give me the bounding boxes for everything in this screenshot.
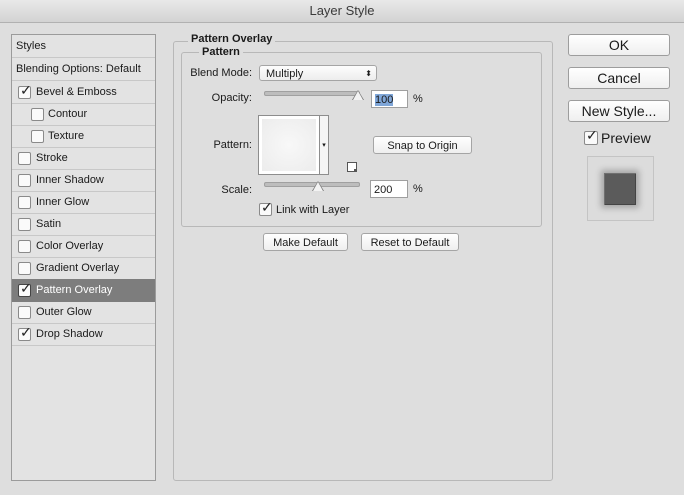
style-item-label: Inner Glow [36, 196, 90, 208]
style-item-satin[interactable]: Satin [12, 213, 155, 236]
preview-checkbox[interactable]: ✓ [584, 127, 598, 145]
style-item-inner-glow[interactable]: Inner Glow [12, 191, 155, 214]
style-item-color-overlay[interactable]: Color Overlay [12, 235, 155, 258]
blend-mode-label: Blend Mode: [190, 67, 252, 79]
stroke-checkbox[interactable] [18, 152, 31, 165]
scale-label: Scale: [221, 184, 252, 196]
style-item-label: Texture [48, 130, 85, 142]
scale-unit: % [413, 183, 423, 195]
link-with-layer-checkbox[interactable]: ✓ [259, 199, 273, 216]
style-preview [587, 156, 654, 221]
pattern-picker[interactable] [258, 115, 320, 175]
styles-header[interactable]: Styles [12, 35, 155, 58]
inner-shadow-checkbox[interactable] [18, 174, 31, 187]
preview-label: Preview [601, 130, 651, 146]
make-default-button[interactable]: Make Default [263, 233, 348, 251]
style-item-inner-shadow[interactable]: Inner Shadow [12, 169, 155, 192]
link-with-layer-label: Link with Layer [276, 204, 350, 216]
texture-checkbox[interactable] [31, 130, 44, 143]
blending-options-label: Blending Options: Default [16, 63, 141, 75]
check-icon: ✓ [20, 82, 32, 98]
new-style-button[interactable]: New Style... [568, 100, 670, 122]
panel-title: Pattern Overlay [188, 33, 276, 45]
cancel-button[interactable]: Cancel [568, 67, 670, 89]
style-item-label: Outer Glow [36, 306, 92, 318]
style-item-label: Stroke [36, 152, 68, 164]
style-item-outer-glow[interactable]: Outer Glow [12, 301, 155, 324]
pattern-group-title: Pattern [199, 46, 243, 58]
style-item-label: Inner Shadow [36, 174, 104, 186]
opacity-slider-track[interactable] [264, 91, 360, 96]
check-icon: ✓ [261, 199, 273, 215]
pattern-overlay-checkbox[interactable]: ✓ [18, 280, 32, 297]
styles-list: Styles Blending Options: Default ✓ Bevel… [11, 34, 156, 481]
style-item-label: Drop Shadow [36, 328, 103, 340]
style-item-pattern-overlay[interactable]: ✓ Pattern Overlay [12, 279, 155, 302]
style-item-label: Contour [48, 108, 88, 120]
blending-options-item[interactable]: Blending Options: Default [12, 58, 155, 81]
opacity-slider-thumb-fill [353, 91, 363, 100]
ok-button[interactable]: OK [568, 34, 670, 56]
style-item-stroke[interactable]: Stroke [12, 147, 155, 170]
style-item-drop-shadow[interactable]: ✓ Drop Shadow [12, 323, 155, 346]
new-preset-icon[interactable] [347, 162, 357, 172]
drop-shadow-checkbox[interactable]: ✓ [18, 324, 32, 341]
opacity-label: Opacity: [211, 92, 252, 104]
style-item-label: Bevel & Emboss [36, 86, 117, 98]
style-item-bevel-emboss[interactable]: ✓ Bevel & Emboss [12, 81, 155, 104]
select-arrows-icon: ⬍ [365, 69, 372, 78]
color-overlay-checkbox[interactable] [18, 240, 31, 253]
bevel-emboss-checkbox[interactable]: ✓ [18, 82, 32, 99]
styles-header-label: Styles [16, 40, 46, 52]
inner-glow-checkbox[interactable] [18, 196, 31, 209]
dropdown-arrow-icon: ▾ [322, 142, 326, 149]
style-item-label: Gradient Overlay [36, 262, 120, 274]
style-item-gradient-overlay[interactable]: Gradient Overlay [12, 257, 155, 280]
style-item-label: Satin [36, 218, 62, 230]
blend-mode-value: Multiply [266, 68, 304, 80]
blend-mode-select[interactable]: Multiply ⬍ [259, 65, 377, 81]
contour-checkbox[interactable] [31, 108, 44, 121]
snap-to-origin-button[interactable]: Snap to Origin [373, 136, 472, 154]
style-item-label: Color Overlay [36, 240, 104, 252]
check-icon: ✓ [20, 324, 32, 340]
pattern-dropdown[interactable]: ▾ [320, 115, 329, 175]
scale-slider-thumb-fill [313, 182, 323, 191]
gradient-overlay-checkbox[interactable] [18, 262, 31, 275]
scale-input[interactable]: 200 [370, 180, 408, 198]
scale-value: 200 [374, 184, 393, 196]
pattern-preview [262, 119, 316, 171]
satin-checkbox[interactable] [18, 218, 31, 231]
reset-to-default-button[interactable]: Reset to Default [361, 233, 459, 251]
style-item-label: Pattern Overlay [36, 284, 113, 296]
opacity-value: 100 [375, 94, 394, 106]
check-icon: ✓ [586, 127, 598, 143]
preview-swatch [604, 173, 636, 205]
style-item-contour[interactable]: Contour [12, 103, 155, 126]
check-icon: ✓ [20, 280, 32, 296]
opacity-unit: % [413, 93, 423, 105]
pattern-label: Pattern: [213, 139, 252, 151]
outer-glow-checkbox[interactable] [18, 306, 31, 319]
window-title: Layer Style [0, 0, 684, 23]
style-item-texture[interactable]: Texture [12, 125, 155, 148]
layer-style-dialog: Styles Blending Options: Default ✓ Bevel… [0, 23, 684, 495]
opacity-input[interactable]: 100 [371, 90, 408, 108]
